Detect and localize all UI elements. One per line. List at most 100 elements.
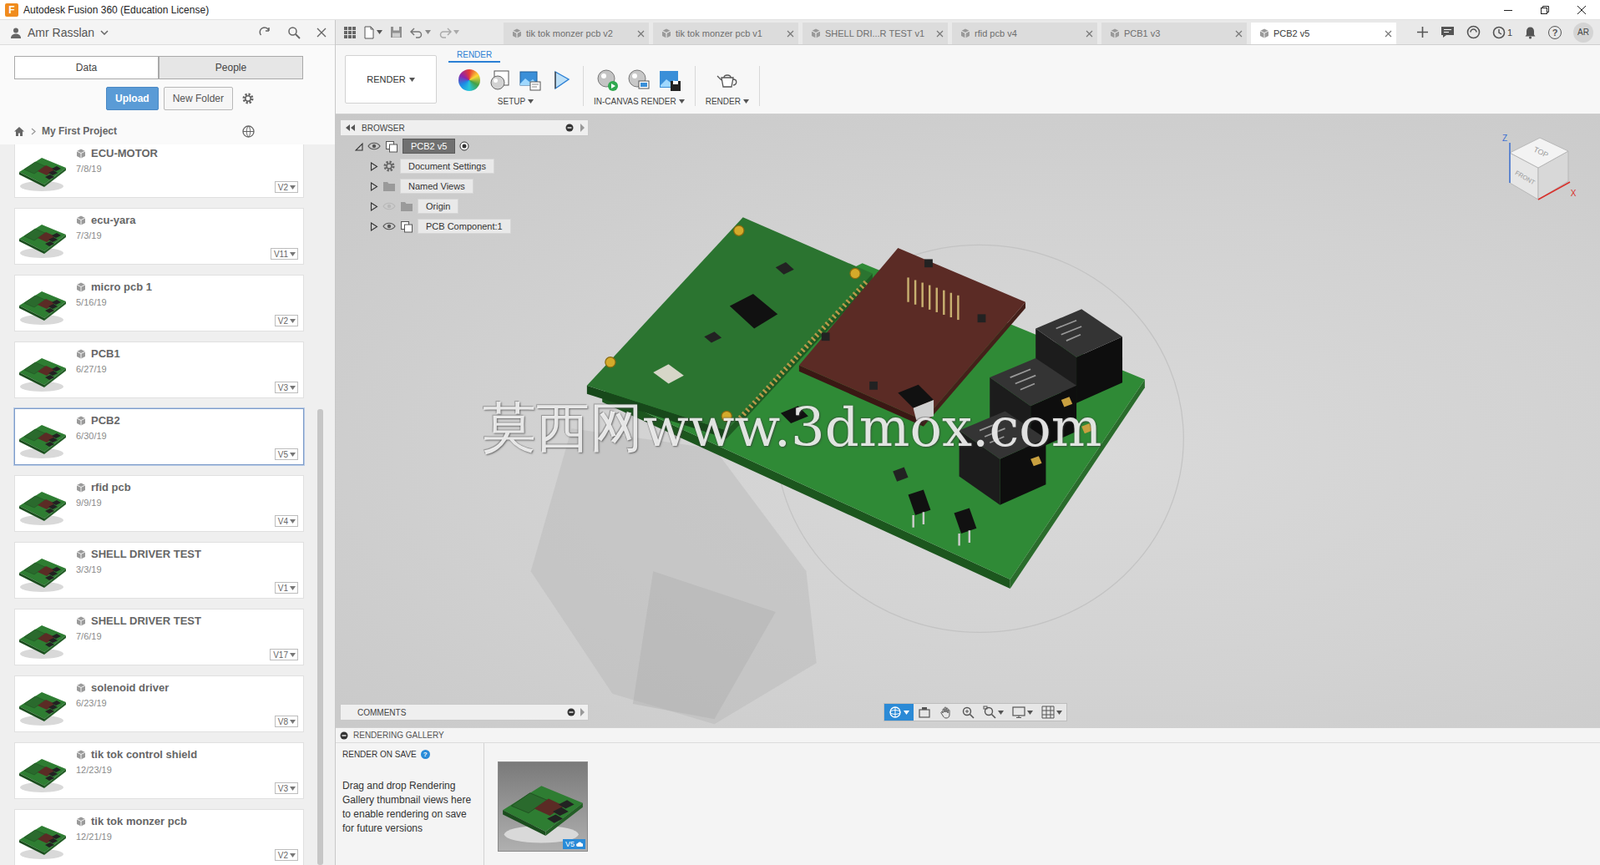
collapsed-triangle-icon[interactable]	[369, 222, 379, 232]
close-tab-icon[interactable]	[637, 30, 645, 38]
gear-icon[interactable]	[241, 91, 255, 106]
user-avatar[interactable]: AR	[1573, 22, 1594, 43]
file-card[interactable]: tik tok monzer pcb12/21/19V2	[14, 809, 304, 865]
help-button[interactable]: ?	[420, 749, 431, 760]
file-menu[interactable]	[363, 25, 383, 40]
chevron-down-icon[interactable]	[100, 30, 109, 36]
pin-icon[interactable]	[565, 123, 574, 132]
version-dropdown[interactable]: V2	[274, 849, 299, 861]
pin-icon[interactable]	[567, 708, 576, 717]
document-tab[interactable]: tik tok monzer pcb v2	[503, 22, 649, 45]
close-panel-icon[interactable]	[316, 27, 327, 38]
file-card[interactable]: SHELL DRIVER TEST3/3/19V1	[14, 541, 304, 599]
in-canvas-settings-icon[interactable]	[627, 68, 651, 92]
browser-node-label[interactable]: Named Views	[400, 178, 474, 194]
browser-node[interactable]: Document Settings	[339, 156, 589, 177]
version-dropdown[interactable]: V8	[274, 715, 299, 728]
project-name[interactable]: My First Project	[41, 125, 117, 137]
axis-label[interactable]: Z	[1502, 133, 1508, 143]
browser-node-label[interactable]: Document Settings	[400, 158, 495, 174]
view-cube-face[interactable]: FRONT	[1513, 168, 1537, 187]
file-card[interactable]: micro pcb 15/16/19V2	[14, 274, 304, 332]
upload-button[interactable]: Upload	[106, 86, 159, 111]
globe-icon[interactable]	[242, 125, 255, 138]
file-card[interactable]: ECU-MOTOR7/8/19V2	[14, 144, 304, 198]
file-card[interactable]: SHELL DRIVER TEST7/6/19V17	[14, 608, 304, 666]
close-tab-icon[interactable]	[786, 30, 795, 38]
render-teapot-icon[interactable]	[714, 68, 740, 92]
environment-library-icon[interactable]	[518, 68, 542, 92]
capture-image-icon[interactable]	[658, 68, 682, 92]
close-tab-icon[interactable]	[936, 30, 944, 38]
version-dropdown[interactable]: V2	[274, 181, 299, 193]
user-name[interactable]: Amr Rasslan	[27, 25, 95, 40]
version-dropdown[interactable]: V1	[274, 582, 299, 594]
scene-settings-icon[interactable]	[487, 68, 512, 92]
browser-node[interactable]: Origin	[339, 196, 589, 217]
view-cube[interactable]: TOPFRONTZX	[1498, 127, 1579, 212]
panel-handle-icon[interactable]	[580, 708, 585, 717]
undo-button[interactable]	[410, 26, 431, 39]
gallery-header[interactable]: RENDERING GALLERY	[335, 728, 1600, 744]
appearance-icon[interactable]	[458, 69, 481, 92]
comments-bar[interactable]: COMMENTS	[339, 703, 589, 721]
job-status[interactable]: 1	[1492, 25, 1513, 40]
file-card[interactable]: solenoid driver6/23/19V8	[14, 675, 304, 733]
nav-tool[interactable]	[956, 703, 979, 721]
version-dropdown[interactable]: V5	[274, 448, 299, 461]
nav-tool[interactable]	[1007, 703, 1038, 721]
collapse-icon[interactable]	[339, 731, 349, 740]
notification-bell-icon[interactable]	[1524, 25, 1537, 40]
file-card[interactable]: ecu-yara7/3/19V11	[14, 207, 304, 265]
browser-root-label[interactable]: PCB2 v5	[402, 138, 456, 154]
activate-radio-icon[interactable]	[459, 141, 470, 152]
close-window-button[interactable]	[1563, 0, 1600, 21]
panel-tab[interactable]: Data	[14, 55, 159, 80]
nav-tool[interactable]	[978, 703, 1008, 721]
collapse-panel-icon[interactable]	[345, 124, 355, 132]
browser-node-label[interactable]: Origin	[417, 198, 459, 214]
workspace-switcher[interactable]: RENDER	[344, 55, 437, 104]
document-tab[interactable]: SHELL DRI...R TEST v1	[802, 22, 948, 45]
home-icon[interactable]	[13, 126, 26, 137]
close-tab-icon[interactable]	[1235, 30, 1243, 38]
apps-grid-icon[interactable]	[344, 26, 356, 39]
refresh-icon[interactable]	[258, 25, 272, 40]
file-card[interactable]: rfid pcb9/9/19V4	[14, 475, 304, 532]
panel-tab[interactable]: People	[158, 55, 304, 80]
browser-node[interactable]: PCB Component:1	[339, 216, 589, 237]
collapsed-triangle-icon[interactable]	[369, 162, 379, 172]
help-button[interactable]: ?	[1548, 25, 1562, 40]
browser-root[interactable]: PCB2 v5	[339, 136, 589, 157]
render-tab[interactable]: RENDER	[448, 45, 501, 63]
document-tab[interactable]: PCB1 v3	[1101, 22, 1247, 45]
decal-icon[interactable]	[549, 68, 573, 92]
nav-tool[interactable]	[1037, 703, 1067, 721]
save-icon[interactable]	[389, 25, 403, 39]
document-tab[interactable]: PCB2 v5	[1250, 22, 1397, 45]
nav-tool[interactable]	[913, 703, 936, 721]
scrollbar[interactable]	[317, 409, 324, 865]
eye-icon[interactable]	[382, 221, 396, 232]
panel-handle-icon[interactable]	[580, 123, 585, 132]
comment-icon[interactable]	[1440, 25, 1455, 39]
file-card[interactable]: tik tok control shield12/23/19V3	[14, 742, 304, 800]
nav-tool[interactable]	[935, 703, 957, 721]
document-tab[interactable]: rfid pcb v4	[951, 22, 1098, 45]
redo-button[interactable]	[438, 26, 460, 39]
new-folder-button[interactable]: New Folder	[163, 86, 233, 111]
version-dropdown[interactable]: V17	[269, 648, 299, 661]
version-dropdown[interactable]: V2	[274, 314, 299, 327]
view-cube-face[interactable]: TOP	[1532, 145, 1550, 160]
eye-hidden-icon[interactable]	[382, 201, 396, 212]
toolbar-group-menu[interactable]: SETUP	[497, 96, 534, 107]
version-dropdown[interactable]: V3	[274, 381, 299, 394]
close-tab-icon[interactable]	[1085, 30, 1094, 38]
expanded-triangle-icon[interactable]	[354, 141, 364, 152]
minimize-button[interactable]	[1489, 0, 1527, 21]
version-dropdown[interactable]: V3	[274, 782, 299, 795]
version-dropdown[interactable]: V11	[270, 248, 299, 260]
restore-button[interactable]	[1526, 0, 1564, 21]
nav-tool[interactable]	[884, 703, 914, 721]
search-icon[interactable]	[287, 25, 301, 40]
